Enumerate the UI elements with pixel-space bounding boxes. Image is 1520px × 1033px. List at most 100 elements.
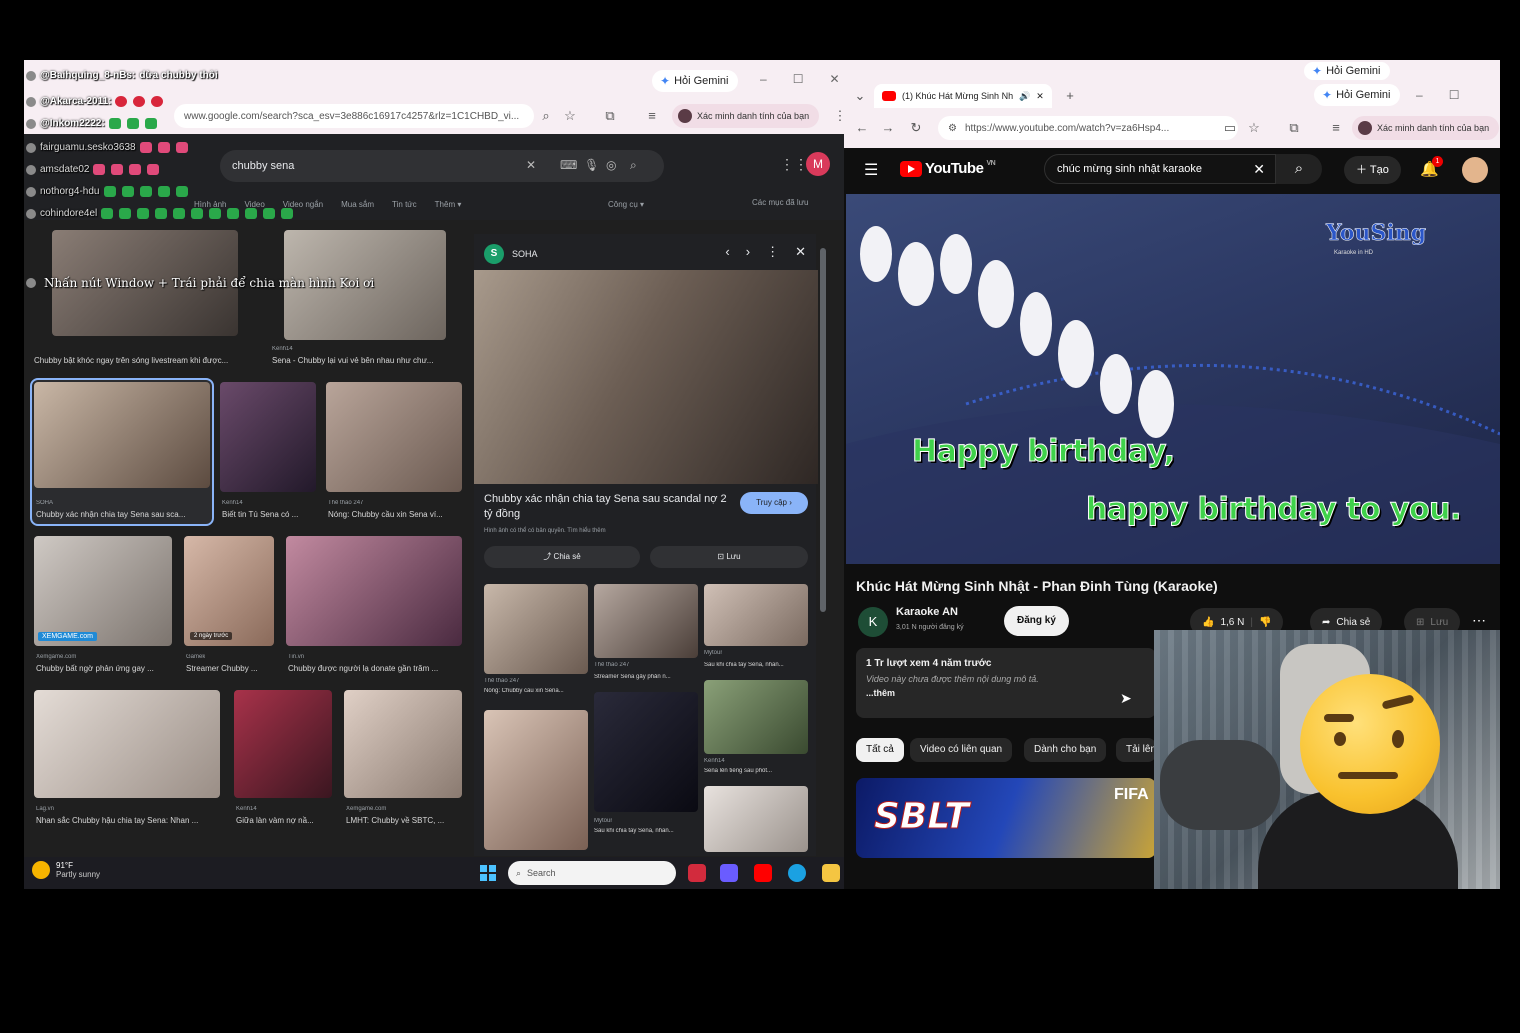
google-account-avatar[interactable]: M — [806, 152, 830, 176]
left-gemini-button[interactable]: ✦ Hỏi Gemini — [652, 70, 739, 92]
more-options-icon[interactable]: ⋮ — [766, 244, 779, 260]
tab-shopping[interactable]: Mua sắm — [341, 200, 374, 209]
preview-scrollbar[interactable] — [820, 248, 826, 612]
extensions-icon[interactable]: ⧉ — [600, 106, 620, 126]
right-gemini-button-back[interactable]: ✦ Hỏi Gemini — [1304, 62, 1391, 80]
audio-playing-icon[interactable]: 🔊 — [1019, 91, 1030, 102]
youtube-account-avatar[interactable] — [1462, 157, 1488, 183]
taskbar-search[interactable]: ⌕ Search — [508, 861, 676, 885]
minimize-icon[interactable]: – — [760, 72, 767, 86]
lens-icon[interactable]: ◎ — [606, 158, 616, 172]
reload-icon[interactable]: ↻ — [906, 118, 926, 138]
thumbs-down-icon[interactable]: 👎 — [1259, 617, 1271, 628]
youtube-app-icon[interactable] — [754, 864, 772, 882]
result-image-6[interactable] — [34, 536, 172, 646]
close-icon[interactable]: ✕ — [829, 72, 839, 86]
new-tab-icon[interactable]: + — [1060, 86, 1080, 106]
video-player[interactable]: YouSing Karaoke in HD Happy birthday, ha… — [846, 194, 1500, 564]
related-title-4[interactable]: Sena lên tiếng sau phốt... — [704, 768, 808, 774]
chip-all[interactable]: Tất cả — [856, 738, 904, 762]
result-image-10[interactable] — [234, 690, 332, 798]
skype-app-icon[interactable] — [788, 864, 806, 882]
youtube-search-button[interactable]: ⌕ — [1276, 154, 1322, 184]
result-image-9[interactable] — [34, 690, 220, 798]
back-arrow-icon[interactable]: ← — [852, 118, 872, 138]
forward-arrow-icon[interactable]: → — [878, 118, 898, 138]
related-image-1[interactable] — [484, 584, 588, 674]
zoom-icon[interactable]: ⌕ — [536, 106, 556, 126]
related-title-3[interactable]: Sau khi chia tay Sena, nhan... — [704, 662, 808, 668]
recommended-video-thumbnail[interactable]: SBLT FIFA — [856, 778, 1156, 858]
related-image-6[interactable] — [484, 710, 588, 850]
right-verify-identity-button[interactable]: Xác minh danh tính của bạn — [1352, 116, 1500, 140]
next-arrow-icon[interactable]: › — [746, 244, 750, 260]
related-title-2[interactable]: Streamer Sena gây phản n... — [594, 674, 698, 680]
bookmark-star-icon[interactable]: ☆ — [560, 106, 580, 126]
result-title-7[interactable]: Streamer Chubby ... — [186, 664, 274, 673]
media-icon[interactable]: ≡ — [1326, 118, 1346, 138]
create-button[interactable]: ＋ Tạo — [1344, 156, 1401, 184]
thumbs-up-icon[interactable]: 👍 — [1202, 617, 1214, 628]
right-address-bar[interactable]: ⚙ https://www.youtube.com/watch?v=za6Hsp… — [938, 116, 1238, 140]
subscribe-button[interactable]: Đăng ký — [1004, 606, 1069, 636]
video-description[interactable]: 1 Tr lượt xem 4 năm trước Video này chưa… — [856, 648, 1156, 718]
youtube-search-input[interactable]: chúc mừng sinh nhật karaoke ✕ — [1044, 154, 1276, 184]
chip-for-you[interactable]: Dành cho bạn — [1024, 738, 1107, 762]
result-image-7[interactable] — [184, 536, 274, 646]
result-title-11[interactable]: LMHT: Chubby về SBTC, ... — [346, 816, 464, 825]
adobe-app-icon[interactable] — [688, 864, 706, 882]
site-info-icon[interactable]: ⚙ — [948, 123, 957, 134]
tab-search-icon[interactable]: ⌄ — [850, 86, 870, 106]
related-image-5[interactable] — [594, 692, 698, 812]
save-button[interactable]: ⊡ Lưu — [650, 546, 808, 568]
result-title-1[interactable]: Sena - Chubby lại vui vẻ bên nhau như ch… — [272, 356, 462, 365]
keyboard-icon[interactable]: ⌨ — [560, 158, 577, 172]
youtube-logo[interactable]: YouTube VN — [900, 160, 996, 177]
left-verify-identity-button[interactable]: Xác minh danh tính của bạn — [672, 104, 820, 128]
minimize-icon[interactable]: – — [1416, 88, 1423, 102]
chip-related[interactable]: Video có liên quan — [910, 738, 1013, 762]
search-icon[interactable]: ⌕ — [630, 158, 637, 173]
result-title-4[interactable]: Biết tin Tú Sena có ... — [222, 510, 314, 519]
close-preview-icon[interactable]: ✕ — [795, 244, 806, 260]
right-gemini-button[interactable]: ✦ Hỏi Gemini — [1314, 84, 1401, 106]
result-image-8[interactable] — [286, 536, 462, 646]
tab-more[interactable]: Thêm ▾ — [435, 200, 462, 209]
close-tab-icon[interactable]: ✕ — [1036, 91, 1044, 102]
result-title-5[interactable]: Nóng: Chubby cầu xin Sena ví... — [328, 510, 462, 519]
related-image-4[interactable] — [704, 680, 808, 754]
preview-main-image[interactable] — [474, 270, 818, 484]
related-title-1[interactable]: Nóng: Chubby cầu xin Sena... — [484, 688, 588, 694]
copilot-app-icon[interactable] — [720, 864, 738, 882]
hamburger-menu-icon[interactable]: ☰ — [864, 160, 878, 180]
maximize-icon[interactable]: ☐ — [1449, 88, 1460, 102]
related-image-7[interactable] — [704, 786, 808, 852]
preview-title[interactable]: Chubby xác nhận chia tay Sena sau scanda… — [484, 492, 734, 522]
related-image-2[interactable] — [594, 584, 698, 658]
visit-button[interactable]: Truy cập › — [740, 492, 808, 514]
related-image-3[interactable] — [704, 584, 808, 646]
related-title-5[interactable]: Sau khi chia tay Sena, nhan... — [594, 828, 698, 834]
result-title-6[interactable]: Chubby bất ngờ phản ứng gay ... — [36, 664, 176, 673]
result-title-9[interactable]: Nhan sắc Chubby hậu chia tay Sena: Nhan … — [36, 816, 222, 825]
left-address-bar[interactable]: www.google.com/search?sca_esv=3e886c1691… — [174, 104, 534, 128]
windows-start-icon[interactable] — [480, 865, 496, 881]
chip-uploads[interactable]: Tải lên — [1116, 738, 1156, 762]
media-icon[interactable]: ≡ — [642, 106, 662, 126]
clear-search-icon[interactable]: ✕ — [1253, 161, 1265, 178]
result-image-5[interactable] — [326, 382, 462, 492]
result-image-3[interactable] — [34, 382, 210, 488]
more-actions-icon[interactable]: ⋯ — [1472, 612, 1486, 629]
result-image-11[interactable] — [344, 690, 462, 798]
tab-news[interactable]: Tin tức — [392, 200, 417, 209]
result-title-2[interactable]: Chubby bật khóc ngay trên sóng livestrea… — [34, 356, 250, 365]
channel-avatar[interactable]: K — [858, 607, 888, 637]
youtube-tab[interactable]: (1) Khúc Hát Mừng Sinh Nh 🔊 ✕ — [874, 84, 1052, 108]
saved-items-link[interactable]: Các mục đã lưu — [752, 198, 809, 207]
prev-arrow-icon[interactable]: ‹ — [725, 244, 729, 260]
result-title-10[interactable]: Giữa làn vàm nợ nầ... — [236, 816, 332, 825]
file-explorer-icon[interactable] — [822, 864, 840, 882]
weather-widget[interactable]: 91°F Partly sunny — [32, 861, 100, 879]
result-title-8[interactable]: Chubby được người lạ donate gần trăm ... — [288, 664, 464, 673]
bookmark-star-icon[interactable]: ☆ — [1244, 118, 1264, 138]
